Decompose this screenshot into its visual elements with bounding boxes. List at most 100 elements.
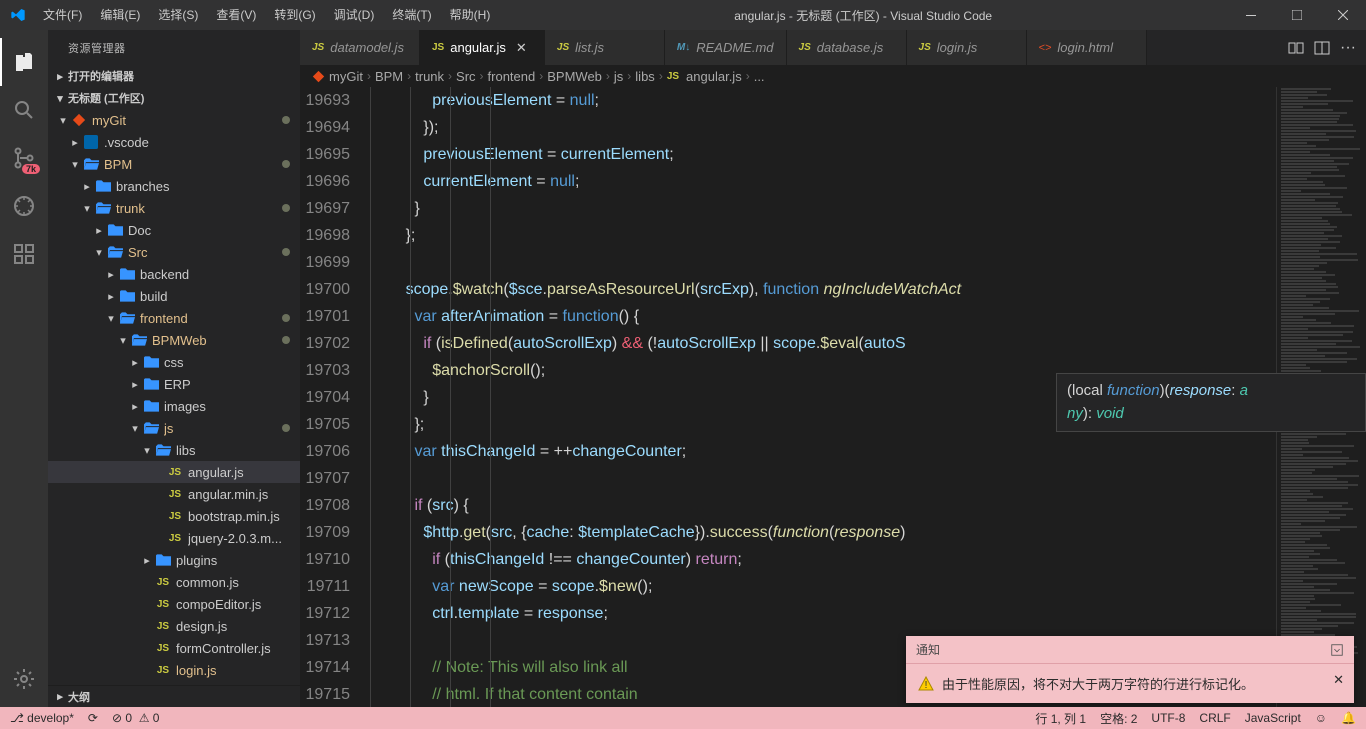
tree-item[interactable]: ▾frontend xyxy=(48,307,300,329)
maximize-button[interactable] xyxy=(1274,0,1320,30)
close-button[interactable] xyxy=(1320,0,1366,30)
tree-item[interactable]: ▾js xyxy=(48,417,300,439)
editor-tab[interactable]: JSlogin.js xyxy=(907,30,1027,65)
js-file-icon: JS xyxy=(154,621,172,632)
tree-item-label: Doc xyxy=(128,223,151,238)
more-icon[interactable]: ··· xyxy=(1340,39,1356,57)
tree-item[interactable]: JS common.js xyxy=(48,571,300,593)
tree-item[interactable]: JSdesign.js xyxy=(48,615,300,637)
menu-item[interactable]: 选择(S) xyxy=(150,0,206,30)
git-folder-icon xyxy=(312,70,325,83)
breadcrumb-item[interactable]: ... xyxy=(754,69,765,84)
js-file-icon: JS xyxy=(154,577,172,588)
breadcrumb-item[interactable]: trunk xyxy=(415,69,444,84)
status-branch[interactable]: ⎇ develop* xyxy=(10,711,74,725)
menu-item[interactable]: 转到(G) xyxy=(266,0,323,30)
tree-item[interactable]: ▸backend xyxy=(48,263,300,285)
breadcrumb-item[interactable]: js xyxy=(614,69,623,84)
tree-item[interactable]: ▾BPM xyxy=(48,153,300,175)
menu-item[interactable]: 文件(F) xyxy=(35,0,90,30)
tree-item[interactable]: ▸plugins xyxy=(48,549,300,571)
menu-item[interactable]: 调试(D) xyxy=(326,0,383,30)
tree-item[interactable]: ▸css xyxy=(48,351,300,373)
tree-item[interactable]: ▸branches xyxy=(48,175,300,197)
split-icon[interactable] xyxy=(1314,40,1330,56)
menu-item[interactable]: 帮助(H) xyxy=(442,0,499,30)
explorer-icon[interactable] xyxy=(0,38,48,86)
js-file-icon: JS xyxy=(166,533,184,544)
modified-dot-icon xyxy=(282,248,290,256)
breadcrumbs[interactable]: myGit›BPM›trunk›Src›frontend›BPMWeb›js›l… xyxy=(300,65,1366,87)
breadcrumb-item[interactable]: Src xyxy=(456,69,476,84)
tab-bar: JSdatamodel.jsJSangular.js✕JSlist.jsM↓RE… xyxy=(300,30,1366,65)
hover-text: void xyxy=(1096,405,1124,422)
settings-icon[interactable] xyxy=(0,655,48,703)
compare-icon[interactable] xyxy=(1288,40,1304,56)
tree-item[interactable]: JSformController.js xyxy=(48,637,300,659)
search-icon[interactable] xyxy=(0,86,48,134)
breadcrumb-item[interactable]: frontend xyxy=(488,69,536,84)
tree-item[interactable]: JSlogin.js xyxy=(48,659,300,681)
menu-item[interactable]: 查看(V) xyxy=(208,0,264,30)
status-feedback-icon[interactable]: ☺ xyxy=(1315,711,1327,725)
status-indent[interactable]: 空格: 2 xyxy=(1100,710,1137,727)
menu-item[interactable]: 编辑(E) xyxy=(92,0,148,30)
editor-tab[interactable]: JSdatabase.js xyxy=(787,30,907,65)
hover-text: )( xyxy=(1160,382,1170,399)
notification-collapse-icon[interactable] xyxy=(1330,643,1344,657)
tree-item[interactable]: JScompoEditor.js xyxy=(48,593,300,615)
editor-tab[interactable]: M↓README.md xyxy=(665,30,787,65)
tree-item-label: common.js xyxy=(176,575,239,590)
tree-item[interactable]: JSangular.min.js xyxy=(48,483,300,505)
tree-item-label: css xyxy=(164,355,184,370)
tree-item[interactable]: ▸images xyxy=(48,395,300,417)
notification-close-icon[interactable]: ✕ xyxy=(1333,672,1344,688)
status-problems[interactable]: ⊘ 0 ⚠ 0 xyxy=(112,711,160,725)
minimize-button[interactable] xyxy=(1228,0,1274,30)
breadcrumb-item[interactable]: myGit xyxy=(329,69,363,84)
tree-item-label: js xyxy=(164,421,173,436)
status-sync-icon[interactable]: ⟳ xyxy=(88,711,98,725)
twistie-icon: ▸ xyxy=(68,136,82,149)
twistie-icon: ▾ xyxy=(140,444,154,457)
tree-item[interactable]: JSjquery-2.0.3.m... xyxy=(48,527,300,549)
js-file-icon: JS xyxy=(312,42,324,53)
tree-item[interactable]: ▸ERP xyxy=(48,373,300,395)
section-open-editors[interactable]: ▸打开的编辑器 xyxy=(48,65,300,87)
menu-item[interactable]: 终端(T) xyxy=(384,0,439,30)
breadcrumb-item[interactable]: BPM xyxy=(375,69,403,84)
tree-item[interactable]: JSbootstrap.min.js xyxy=(48,505,300,527)
source-control-icon[interactable]: 7k xyxy=(0,134,48,182)
breadcrumb-item[interactable]: libs xyxy=(635,69,655,84)
tree-item[interactable]: ▾trunk xyxy=(48,197,300,219)
tab-close-icon[interactable]: ✕ xyxy=(516,40,532,56)
breadcrumb-separator-icon: › xyxy=(539,69,543,83)
status-cursor[interactable]: 行 1, 列 1 xyxy=(1035,710,1086,727)
extensions-icon[interactable] xyxy=(0,230,48,278)
editor-tab[interactable]: JSlist.js xyxy=(545,30,665,65)
status-eol[interactable]: CRLF xyxy=(1199,711,1230,725)
tree-item[interactable]: ▾myGit xyxy=(48,109,300,131)
tree-item[interactable]: ▸Doc xyxy=(48,219,300,241)
folder-icon xyxy=(106,224,124,236)
tree-item[interactable]: JSangular.js xyxy=(48,461,300,483)
breadcrumb-item[interactable]: BPMWeb xyxy=(547,69,602,84)
debug-icon[interactable] xyxy=(0,182,48,230)
tree-item[interactable]: ▸build xyxy=(48,285,300,307)
tree-item[interactable]: ▸ .vscode xyxy=(48,131,300,153)
editor-tab[interactable]: <>login.html xyxy=(1027,30,1147,65)
editor-tab[interactable]: JSdatamodel.js xyxy=(300,30,420,65)
breadcrumb-item[interactable]: angular.js xyxy=(686,69,742,84)
status-language[interactable]: JavaScript xyxy=(1245,711,1301,725)
section-outline[interactable]: ▸大纲 xyxy=(48,685,300,707)
status-encoding[interactable]: UTF-8 xyxy=(1151,711,1185,725)
status-bell-icon[interactable]: 🔔 xyxy=(1341,711,1356,725)
section-workspace[interactable]: ▾无标题 (工作区) xyxy=(48,87,300,109)
tree-item[interactable]: ▾libs xyxy=(48,439,300,461)
tree-item-label: .vscode xyxy=(104,135,149,150)
editor-tab[interactable]: JSangular.js✕ xyxy=(420,30,545,65)
folder-open-icon xyxy=(94,202,112,214)
tree-item[interactable]: ▾BPMWeb xyxy=(48,329,300,351)
tree-item[interactable]: ▾Src xyxy=(48,241,300,263)
twistie-icon: ▾ xyxy=(68,158,82,171)
